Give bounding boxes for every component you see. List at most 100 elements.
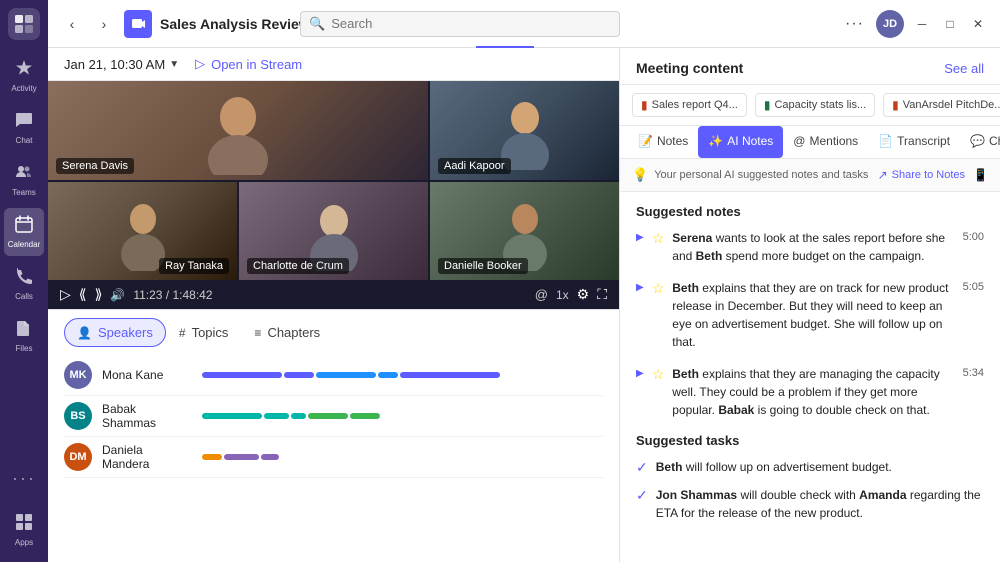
- settings-button[interactable]: ⚙: [577, 286, 590, 303]
- bar-seg: [224, 454, 259, 460]
- note-star-1: ☆: [652, 230, 665, 247]
- nav-back-button[interactable]: ‹: [60, 12, 84, 36]
- bar-seg: [350, 413, 380, 419]
- bar-seg: [400, 372, 500, 378]
- speaker-name-daniela: Daniela Mandera: [102, 443, 192, 471]
- tab-ai-notes[interactable]: ✨ AI Notes: [698, 126, 783, 158]
- tab-chapters[interactable]: ≡ Chapters: [241, 318, 333, 347]
- speaker-tabs: 👤 Speakers # Topics ≡ Chapters: [48, 309, 619, 347]
- speaker-tab-icon: 👤: [77, 326, 92, 340]
- forward-button[interactable]: ⟫: [95, 286, 103, 303]
- speaker-row-daniela: DM Daniela Mandera: [64, 437, 603, 478]
- note-bullet-3: ▶: [636, 368, 644, 379]
- date-bar: Jan 21, 10:30 AM ▼ ▷ Open in Stream: [48, 48, 619, 81]
- app-logo: [8, 8, 40, 40]
- speed-label: 1x: [556, 288, 569, 302]
- video-controls: ▷ ⟪ ⟫ 🔊 11:23 / 1:48:42 @ 1x ⚙ ⛶: [48, 280, 619, 309]
- note-star-3: ☆: [652, 366, 665, 383]
- note-bullet-1: ▶: [636, 232, 644, 243]
- sidebar-item-apps[interactable]: Apps: [4, 506, 44, 554]
- video-cell-danielle: Danielle Booker: [430, 182, 619, 281]
- suggested-notes-title: Suggested notes: [636, 204, 984, 219]
- bar-seg: [202, 413, 262, 419]
- speaker-row-mona: MK Mona Kane: [64, 355, 603, 396]
- file-chip-capacity[interactable]: ▮ Capacity stats lis...: [755, 93, 875, 117]
- ai-hint-icon: 💡: [632, 167, 648, 183]
- participant-name-aadi: Aadi Kapoor: [438, 158, 511, 174]
- date-selector[interactable]: Jan 21, 10:30 AM ▼: [64, 57, 179, 72]
- files-icon: [15, 319, 33, 342]
- avatar[interactable]: JD: [876, 10, 904, 38]
- sidebar-item-files-label: Files: [16, 344, 33, 353]
- meeting-content-header: Meeting content See all: [620, 48, 1000, 85]
- note-text-2: Beth explains that they are on track for…: [672, 279, 954, 351]
- meeting-area: Jan 21, 10:30 AM ▼ ▷ Open in Stream Sere…: [48, 48, 1000, 562]
- avatar-mona: MK: [64, 361, 92, 389]
- tab-panel-chat[interactable]: 💬 Chat: [960, 126, 1000, 158]
- sidebar-item-calls[interactable]: Calls: [4, 260, 44, 308]
- calendar-icon: [15, 215, 33, 238]
- video-controls-right: @ 1x ⚙ ⛶: [535, 286, 607, 303]
- participant-name-serena: Serena Davis: [56, 158, 134, 174]
- meeting-content-title: Meeting content: [636, 60, 743, 76]
- bar-seg: [308, 413, 348, 419]
- activity-icon: [15, 59, 33, 82]
- bar-seg: [261, 454, 279, 460]
- search-icon: 🔍: [309, 16, 325, 32]
- search-input[interactable]: [331, 16, 611, 31]
- note-bullet-2: ▶: [636, 282, 644, 293]
- file-chip-vanarsde[interactable]: ▮ VanArsdel PitchDe...: [883, 93, 1000, 117]
- chevron-down-icon: ▼: [169, 59, 179, 70]
- tab-transcript[interactable]: 📄 Transcript: [868, 126, 960, 158]
- sidebar-item-apps-label: Apps: [15, 538, 33, 547]
- nav-forward-button[interactable]: ›: [92, 12, 116, 36]
- ai-action-bar: 💡 Your personal AI suggested notes and t…: [620, 159, 1000, 192]
- sidebar-item-chat[interactable]: Chat: [4, 104, 44, 152]
- rewind-button[interactable]: ⟪: [79, 286, 87, 303]
- maximize-button[interactable]: □: [940, 14, 960, 34]
- participant-name-charlotte: Charlotte de Crum: [247, 258, 349, 274]
- more-options-button[interactable]: ···: [841, 11, 868, 37]
- tab-topics[interactable]: # Topics: [166, 318, 242, 347]
- task-text-1: Beth will follow up on advertisement bud…: [656, 458, 984, 476]
- participant-name-danielle: Danielle Booker: [438, 258, 528, 274]
- file-chip-sales[interactable]: ▮ Sales report Q4...: [632, 93, 747, 117]
- share-icon: ↗: [878, 168, 888, 182]
- ppt-icon: ▮: [641, 98, 648, 112]
- fullscreen-button[interactable]: ⛶: [597, 286, 607, 303]
- speaker-bars-babak: [202, 410, 603, 422]
- notes-tabs: 📝 Notes ✨ AI Notes @ Mentions 📄 Transcri…: [620, 126, 1000, 159]
- video-grid: Serena Davis Aadi Kapoor Ray Tanaka: [48, 81, 619, 280]
- bar-seg: [284, 372, 314, 378]
- sidebar-item-activity-label: Activity: [11, 84, 36, 93]
- tab-speakers[interactable]: 👤 Speakers: [64, 318, 166, 347]
- ppt-icon-2: ▮: [892, 98, 899, 112]
- sidebar-item-files[interactable]: Files: [4, 312, 44, 360]
- see-all-button[interactable]: See all: [944, 61, 984, 76]
- video-panel: Jan 21, 10:30 AM ▼ ▷ Open in Stream Sere…: [48, 48, 620, 562]
- sidebar-item-teams[interactable]: Teams: [4, 156, 44, 204]
- sidebar-item-activity[interactable]: Activity: [4, 52, 44, 100]
- tab-notes[interactable]: 📝 Notes: [628, 126, 698, 158]
- date-label: Jan 21, 10:30 AM: [64, 57, 165, 72]
- video-cell-serena: Serena Davis: [48, 81, 428, 180]
- sidebar-item-calendar[interactable]: Calendar: [4, 208, 44, 256]
- window-close-button[interactable]: ✕: [968, 14, 988, 34]
- task-icon-2: ✓: [636, 487, 648, 504]
- sidebar-item-more[interactable]: ···: [4, 454, 44, 502]
- sidebar-item-calls-label: Calls: [15, 292, 33, 301]
- note-item-2: ▶ ☆ Beth explains that they are on track…: [636, 279, 984, 351]
- bar-seg: [378, 372, 398, 378]
- open-stream-button[interactable]: ▷ Open in Stream: [195, 56, 302, 72]
- tab-mentions[interactable]: @ Mentions: [783, 126, 868, 158]
- share-to-notes-button[interactable]: ↗ Share to Notes 📱: [878, 168, 988, 182]
- search-box: 🔍: [300, 11, 620, 37]
- task-item-2: ✓ Jon Shammas will double check with Ama…: [636, 486, 984, 522]
- participant-name-ray: Ray Tanaka: [159, 258, 229, 274]
- speaker-name-babak: Babak Shammas: [102, 402, 192, 430]
- files-row: ▮ Sales report Q4... ▮ Capacity stats li…: [620, 85, 1000, 126]
- topbar-controls: ··· JD ─ □ ✕: [841, 10, 988, 38]
- minimize-button[interactable]: ─: [912, 14, 932, 34]
- notes-content: Suggested notes ▶ ☆ Serena wants to look…: [620, 192, 1000, 562]
- play-button[interactable]: ▷: [60, 286, 71, 303]
